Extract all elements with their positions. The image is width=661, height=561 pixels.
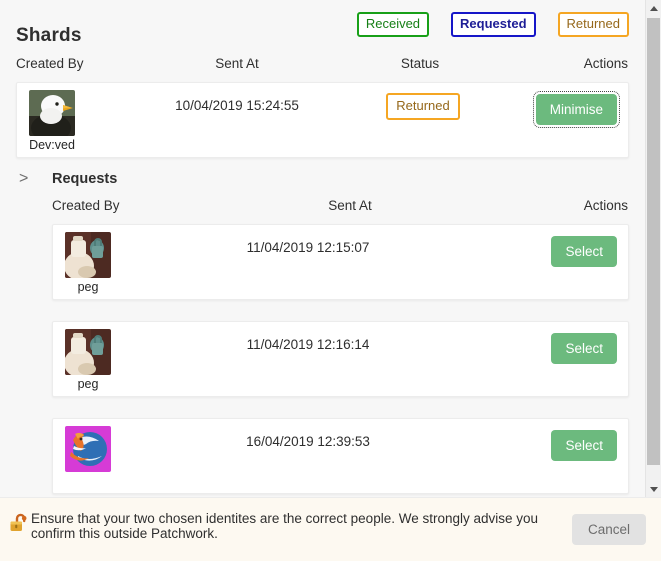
column-header-status: Status (400, 56, 440, 71)
requests-section-header: > Requests (0, 168, 645, 198)
scroll-down-arrow-icon[interactable] (646, 481, 661, 497)
vertical-scrollbar[interactable] (645, 0, 661, 497)
peg-avatar-image (65, 232, 111, 278)
actions-cell: Minimise (532, 91, 621, 128)
created-by-cell: Dev:ved (26, 90, 78, 152)
requests-column-header-created-by: Created By (52, 198, 120, 213)
page-header: Shards Received Requested Returned (0, 0, 645, 56)
eagle-avatar (29, 90, 75, 136)
page-content: Shards Received Requested Returned Creat… (0, 0, 645, 494)
eagle-avatar-image (29, 90, 75, 136)
peg-avatar (65, 329, 111, 375)
created-by-name: Dev:ved (29, 138, 75, 152)
actions-cell: Select (551, 236, 617, 267)
select-button[interactable]: Select (551, 333, 617, 364)
created-by-cell (62, 426, 114, 474)
cancel-button[interactable]: Cancel (571, 514, 646, 545)
select-button[interactable]: Select (551, 430, 617, 461)
status-legend: Received Requested Returned (356, 12, 629, 37)
sent-at-cell: 11/04/2019 12:16:14 (246, 337, 370, 352)
requests-table-header: Created By Sent At Actions (0, 198, 645, 224)
actions-cell: Select (551, 430, 617, 461)
column-header-sent-at: Sent At (215, 56, 259, 71)
status-cell: Returned (355, 93, 491, 120)
actions-cell: Select (551, 333, 617, 364)
shards-list: Dev:ved 10/04/2019 15:24:55 Returned Min… (0, 82, 645, 158)
scroll-viewport[interactable]: Shards Received Requested Returned Creat… (0, 0, 645, 497)
legend-badge-requested[interactable]: Requested (451, 12, 536, 37)
created-by-name: peg (77, 377, 99, 391)
table-row[interactable]: Dev:ved 10/04/2019 15:24:55 Returned Min… (16, 82, 629, 158)
created-by-name: peg (77, 280, 99, 294)
requests-column-header-actions: Actions (583, 198, 628, 213)
sent-at-cell: 11/04/2019 12:15:07 (246, 240, 370, 255)
peg-avatar-image (65, 329, 111, 375)
peg-avatar (65, 232, 111, 278)
notice-text: Ensure that your two chosen identites ar… (31, 511, 539, 541)
column-header-created-by: Created By (16, 56, 84, 71)
scroll-up-arrow-icon[interactable] (646, 0, 661, 16)
sent-at-cell: 10/04/2019 15:24:55 (175, 98, 299, 113)
table-row[interactable]: peg 11/04/2019 12:16:14 Select (52, 321, 629, 397)
column-header-actions: Actions (583, 56, 628, 71)
requests-section-title: Requests (52, 171, 118, 187)
scrollbar-thumb[interactable] (647, 18, 660, 465)
app-root: Shards Received Requested Returned Creat… (0, 0, 661, 561)
table-row[interactable]: 16/04/2019 12:39:53 Select (52, 418, 629, 494)
legend-badge-returned[interactable]: Returned (557, 12, 629, 37)
shards-table-header: Created By Sent At Status Actions (0, 56, 645, 82)
page-title: Shards (16, 25, 82, 46)
created-by-cell: peg (62, 232, 114, 294)
notice-bar: Ensure that your two chosen identites ar… (0, 497, 661, 561)
legend-badge-received[interactable]: Received (356, 12, 430, 37)
requests-section: > Requests Created By Sent At Actions pe… (0, 168, 645, 494)
chevron-right-icon[interactable]: > (19, 170, 28, 188)
created-by-cell: peg (62, 329, 114, 391)
minimise-button[interactable]: Minimise (532, 91, 621, 128)
firefox-avatar-image (65, 426, 111, 472)
requests-list: peg 11/04/2019 12:15:07 Select peg 11/04… (0, 224, 645, 494)
unlocked-padlock-icon (9, 512, 31, 534)
firefox-avatar (65, 426, 111, 472)
select-button[interactable]: Select (551, 236, 617, 267)
status-badge: Returned (386, 93, 460, 120)
sent-at-cell: 16/04/2019 12:39:53 (246, 434, 370, 449)
table-row[interactable]: peg 11/04/2019 12:15:07 Select (52, 224, 629, 300)
unlocked-padlock-glyph (10, 513, 27, 531)
requests-column-header-sent-at: Sent At (328, 198, 372, 213)
